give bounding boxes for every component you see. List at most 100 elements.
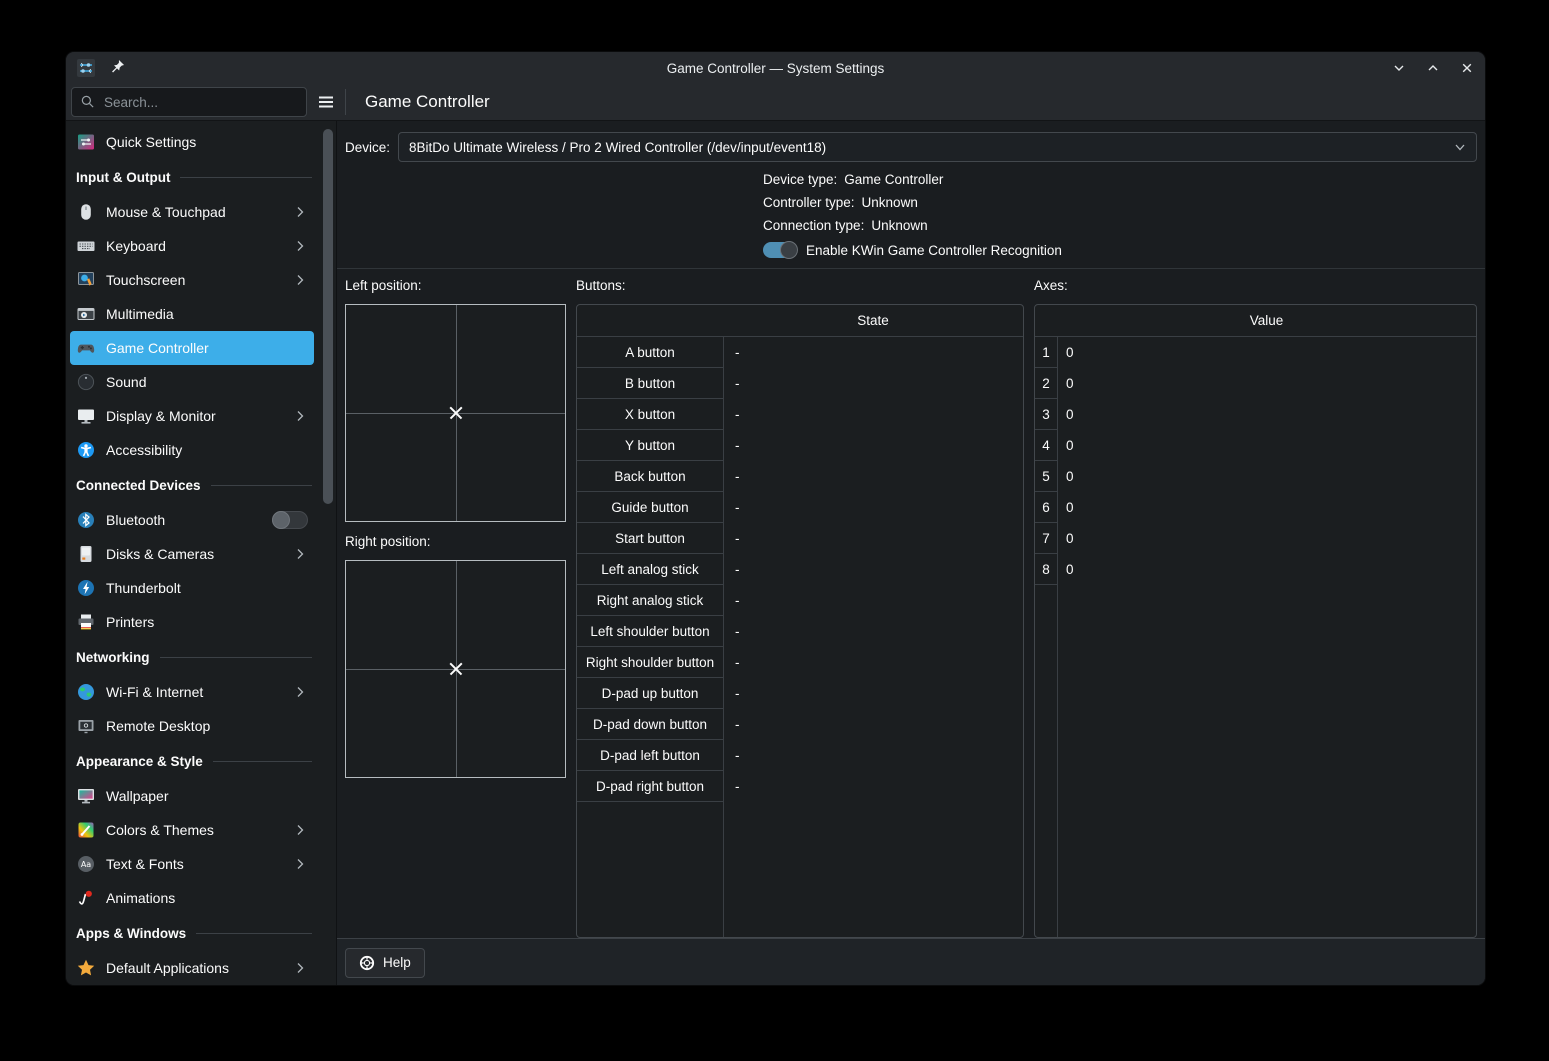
controller-type-row: Controller type: Unknown bbox=[763, 194, 1477, 212]
sidebar-item-keyboard[interactable]: Keyboard bbox=[70, 229, 314, 263]
help-button[interactable]: Help bbox=[345, 948, 425, 978]
sidebar-item-display-monitor[interactable]: Display & Monitor bbox=[70, 399, 314, 433]
table-row[interactable]: 50 bbox=[1035, 461, 1476, 492]
table-row[interactable]: Left shoulder button- bbox=[577, 616, 1023, 647]
multimedia-icon bbox=[76, 304, 96, 324]
sidebar-section-apps-windows: Apps & Windows bbox=[70, 915, 314, 951]
buttons-label: Buttons: bbox=[576, 278, 1024, 304]
table-row[interactable]: A button- bbox=[577, 337, 1023, 368]
device-select-value: 8BitDo Ultimate Wireless / Pro 2 Wired C… bbox=[409, 140, 1444, 155]
table-row[interactable]: Guide button- bbox=[577, 492, 1023, 523]
right-position-label: Right position: bbox=[345, 534, 566, 560]
table-row[interactable]: X button- bbox=[577, 399, 1023, 430]
chevron-right-icon bbox=[292, 408, 308, 424]
text-fonts-icon: Aa bbox=[76, 854, 96, 874]
table-row[interactable]: Left analog stick- bbox=[577, 554, 1023, 585]
table-row[interactable]: 20 bbox=[1035, 368, 1476, 399]
table-row[interactable]: D-pad left button- bbox=[577, 740, 1023, 771]
buttons-table-header[interactable]: State bbox=[577, 305, 1023, 337]
sidebar-item-disks-cameras[interactable]: Disks & Cameras bbox=[70, 537, 314, 571]
minimize-button[interactable] bbox=[1391, 60, 1407, 76]
sidebar-item-quick-settings[interactable]: Quick Settings bbox=[70, 125, 314, 159]
sidebar-item-remote-desktop[interactable]: Remote Desktop bbox=[70, 709, 314, 743]
game-controller-page: Device: 8BitDo Ultimate Wireless / Pro 2… bbox=[337, 121, 1485, 985]
device-type-label: Device type: bbox=[763, 171, 837, 189]
game-controller-icon bbox=[76, 338, 96, 358]
table-row[interactable]: 70 bbox=[1035, 523, 1476, 554]
left-position-label: Left position: bbox=[345, 278, 566, 304]
table-row[interactable]: Y button- bbox=[577, 430, 1023, 461]
sidebar-item-bluetooth[interactable]: Bluetooth bbox=[70, 503, 314, 537]
kwin-recognition-label: Enable KWin Game Controller Recognition bbox=[806, 243, 1062, 258]
device-type-row: Device type: Game Controller bbox=[763, 171, 1477, 189]
colors-themes-icon bbox=[76, 820, 96, 840]
search-field[interactable] bbox=[102, 94, 298, 111]
window-title: Game Controller — System Settings bbox=[66, 61, 1485, 76]
sidebar-section-connected-devices: Connected Devices bbox=[70, 467, 314, 503]
help-icon bbox=[359, 955, 375, 971]
toolbar-row: Game Controller bbox=[66, 84, 1485, 121]
table-row[interactable]: 60 bbox=[1035, 492, 1476, 523]
sidebar-item-touchscreen[interactable]: Touchscreen bbox=[70, 263, 314, 297]
value-column-header[interactable]: Value bbox=[1057, 305, 1476, 336]
table-row[interactable]: Back button- bbox=[577, 461, 1023, 492]
bluetooth-toggle[interactable] bbox=[272, 511, 308, 529]
sidebar-section-input-output: Input & Output bbox=[70, 159, 314, 195]
bluetooth-icon bbox=[76, 510, 96, 530]
kwin-recognition-toggle[interactable] bbox=[763, 242, 797, 258]
sidebar-item-wallpaper[interactable]: Wallpaper bbox=[70, 779, 314, 813]
controller-type-value: Unknown bbox=[862, 194, 918, 212]
footer-bar: Help bbox=[337, 938, 1485, 985]
search-input[interactable] bbox=[71, 87, 307, 117]
sidebar-item-sound[interactable]: Sound bbox=[70, 365, 314, 399]
display-icon bbox=[76, 406, 96, 426]
table-row[interactable]: 30 bbox=[1035, 399, 1476, 430]
table-row[interactable]: 40 bbox=[1035, 430, 1476, 461]
chevron-right-icon bbox=[292, 684, 308, 700]
table-row[interactable]: Start button- bbox=[577, 523, 1023, 554]
thunderbolt-icon bbox=[76, 578, 96, 598]
sidebar-item-printers[interactable]: Printers bbox=[70, 605, 314, 639]
left-stick-marker bbox=[448, 405, 464, 421]
sidebar-item-animations[interactable]: Animations bbox=[70, 881, 314, 915]
sidebar-scrollbar[interactable] bbox=[323, 129, 333, 504]
page-title: Game Controller bbox=[346, 84, 490, 120]
state-column-header[interactable]: State bbox=[723, 305, 1023, 336]
sidebar-item-mouse-touchpad[interactable]: Mouse & Touchpad bbox=[70, 195, 314, 229]
table-row[interactable]: 10 bbox=[1035, 337, 1476, 368]
sidebar-item-text-fonts[interactable]: Aa Text & Fonts bbox=[70, 847, 314, 881]
axes-table-header[interactable]: Value bbox=[1035, 305, 1476, 337]
table-row[interactable]: Right shoulder button- bbox=[577, 647, 1023, 678]
svg-text:Aa: Aa bbox=[81, 860, 91, 869]
sidebar-item-game-controller[interactable]: Game Controller bbox=[70, 331, 314, 365]
sidebar-item-colors-themes[interactable]: Colors & Themes bbox=[70, 813, 314, 847]
table-row[interactable]: B button- bbox=[577, 368, 1023, 399]
controller-type-label: Controller type: bbox=[763, 194, 855, 212]
device-select[interactable]: 8BitDo Ultimate Wireless / Pro 2 Wired C… bbox=[398, 132, 1477, 162]
quick-settings-icon bbox=[76, 132, 96, 152]
chevron-right-icon bbox=[292, 272, 308, 288]
table-row[interactable]: 80 bbox=[1035, 554, 1476, 585]
sidebar-item-multimedia[interactable]: Multimedia bbox=[70, 297, 314, 331]
connection-type-label: Connection type: bbox=[763, 217, 864, 235]
device-label: Device: bbox=[345, 140, 390, 155]
hamburger-menu-button[interactable] bbox=[311, 88, 341, 116]
pin-icon[interactable] bbox=[108, 58, 128, 78]
maximize-button[interactable] bbox=[1425, 60, 1441, 76]
remote-desktop-icon bbox=[76, 716, 96, 736]
table-row[interactable]: Right analog stick- bbox=[577, 585, 1023, 616]
table-row[interactable]: D-pad up button- bbox=[577, 678, 1023, 709]
wallpaper-icon bbox=[76, 786, 96, 806]
sidebar-item-accessibility[interactable]: Accessibility bbox=[70, 433, 314, 467]
device-type-value: Game Controller bbox=[844, 171, 943, 189]
table-row[interactable]: D-pad right button- bbox=[577, 771, 1023, 802]
sidebar-item-default-applications[interactable]: Default Applications bbox=[70, 951, 314, 985]
connection-type-row: Connection type: Unknown bbox=[763, 217, 1477, 235]
sidebar-section-appearance-style: Appearance & Style bbox=[70, 743, 314, 779]
sidebar-item-wifi-internet[interactable]: Wi-Fi & Internet bbox=[70, 675, 314, 709]
sidebar-item-thunderbolt[interactable]: Thunderbolt bbox=[70, 571, 314, 605]
titlebar[interactable]: Game Controller — System Settings bbox=[66, 52, 1485, 84]
table-row[interactable]: D-pad down button- bbox=[577, 709, 1023, 740]
printer-icon bbox=[76, 612, 96, 632]
close-button[interactable] bbox=[1459, 60, 1475, 76]
